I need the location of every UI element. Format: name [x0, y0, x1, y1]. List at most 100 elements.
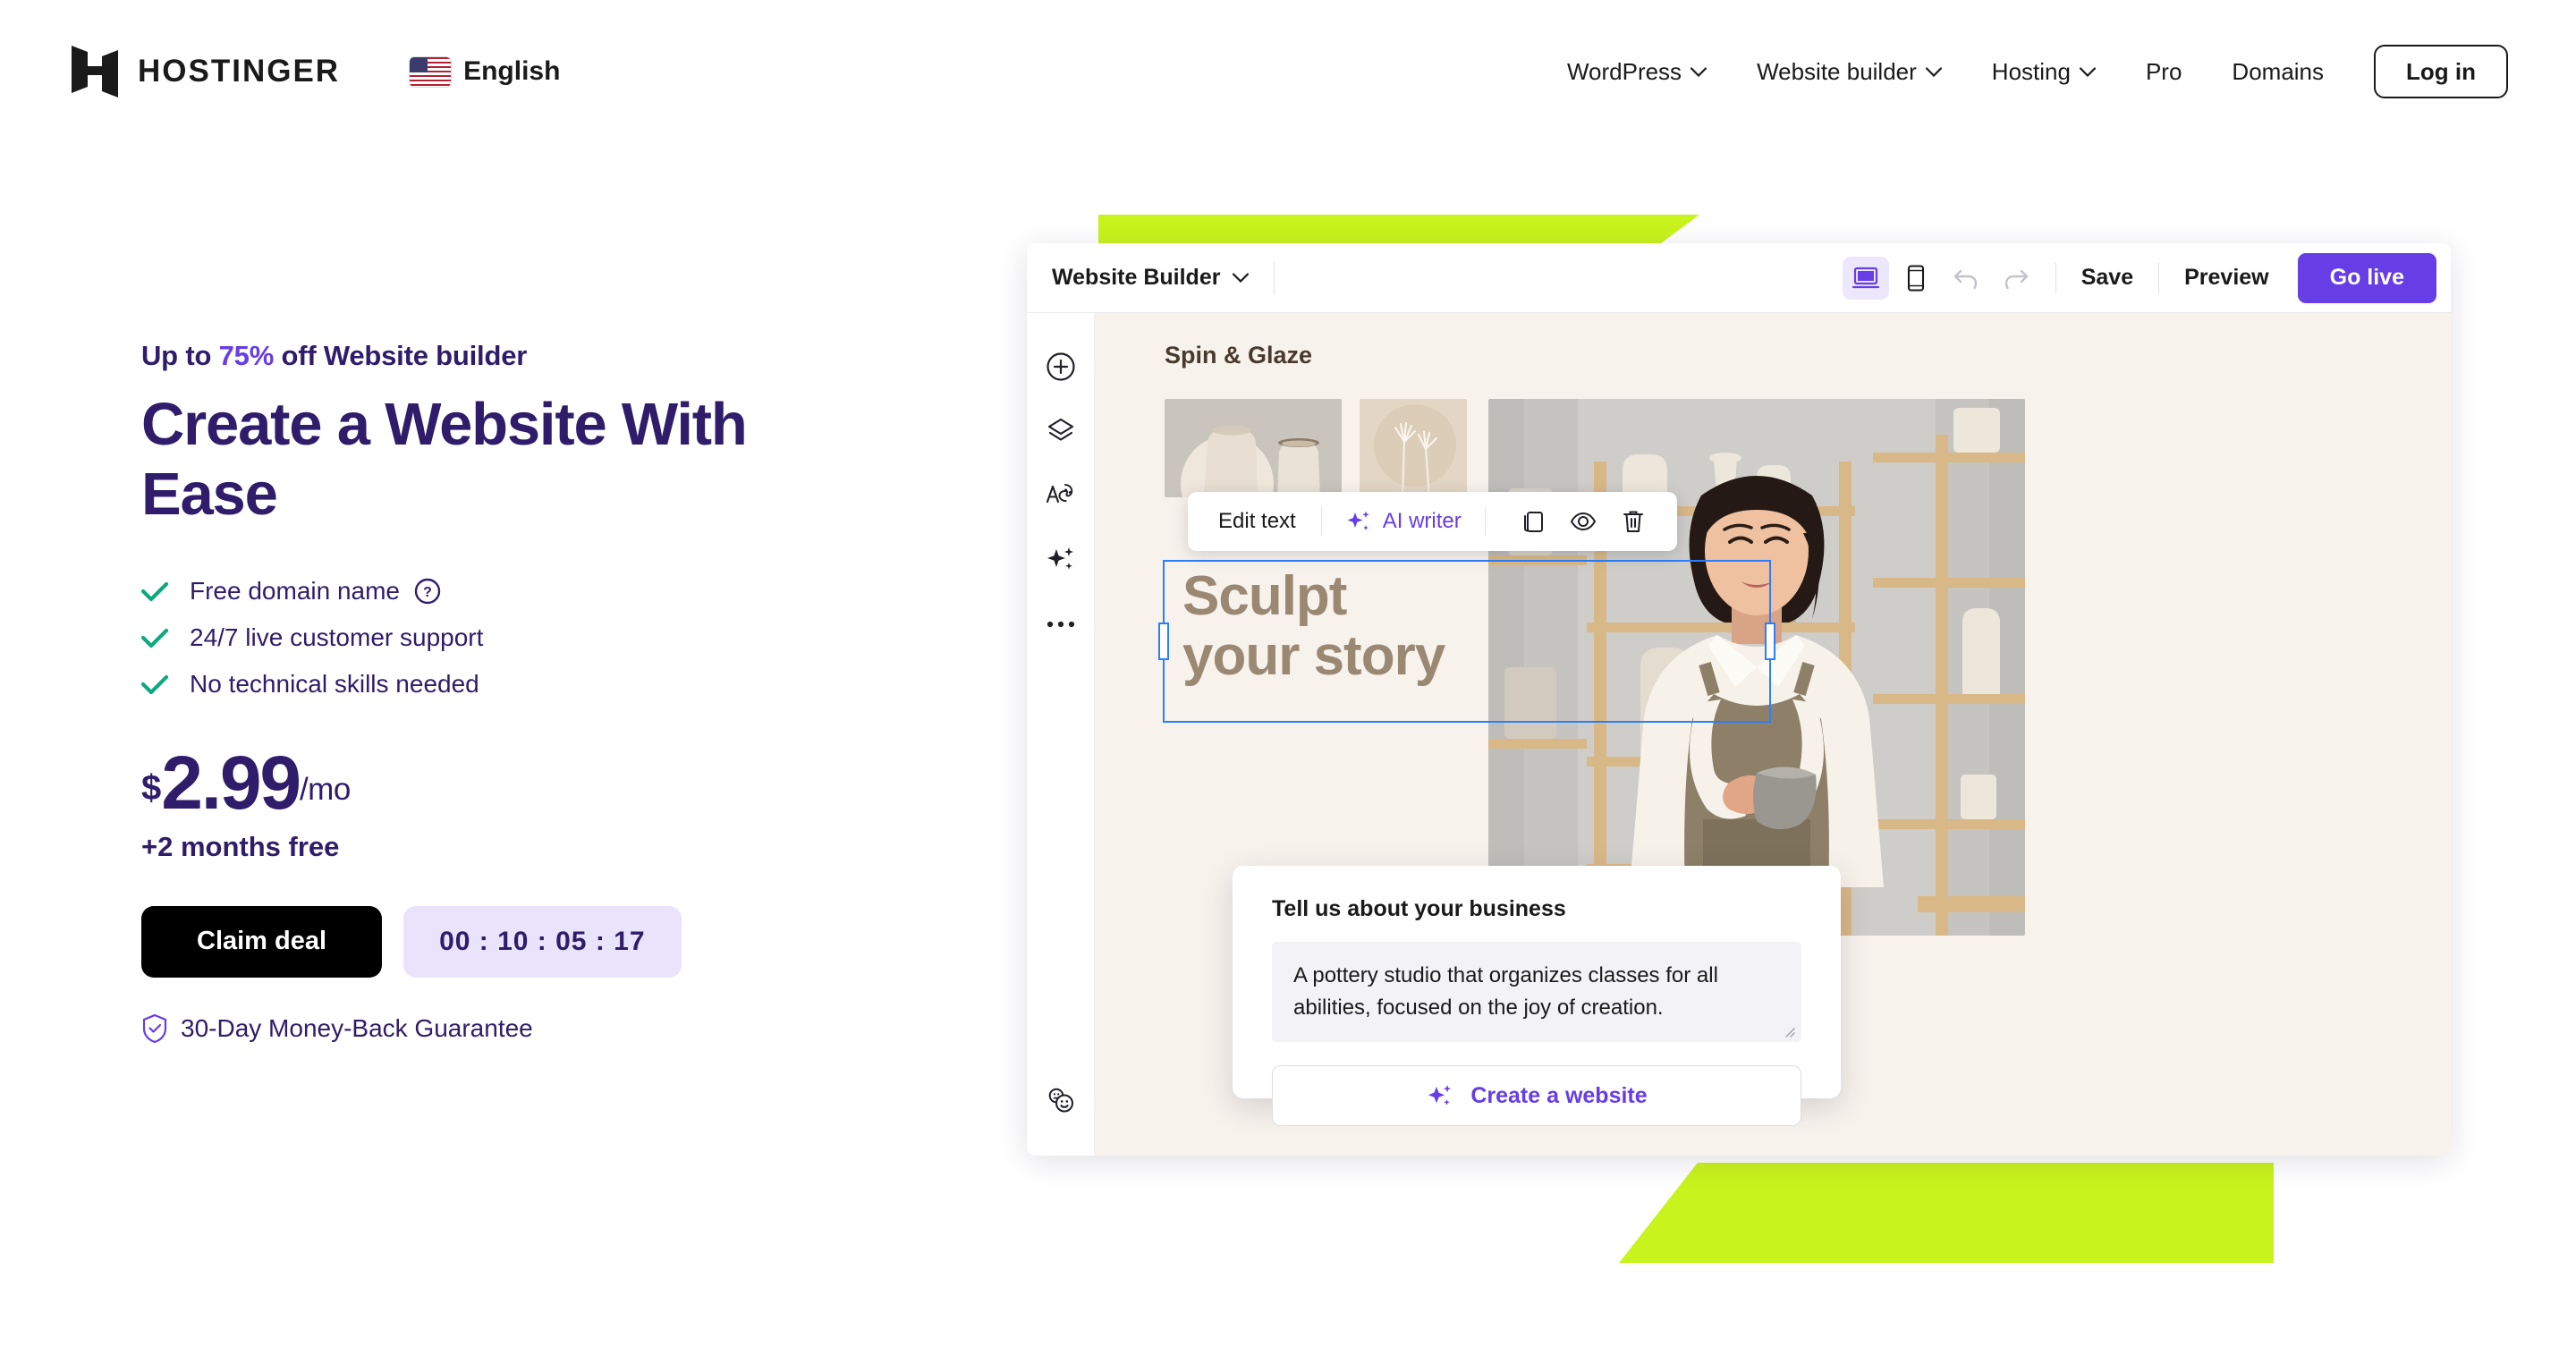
- eyebrow-after: off Website builder: [274, 340, 528, 371]
- claim-deal-button[interactable]: Claim deal: [141, 905, 383, 978]
- price-block: $ 2.99 /mo: [141, 741, 1036, 826]
- bonus-months: +2 months free: [141, 830, 340, 862]
- business-description-value: A pottery studio that organizes classes …: [1293, 963, 1718, 1020]
- chevron-down-icon: [1690, 66, 1707, 77]
- nav-label: Pro: [2145, 57, 2182, 85]
- check-icon: [141, 674, 168, 695]
- feature-label: Free domain name: [190, 577, 401, 606]
- toolbar-divider: [2055, 262, 2056, 293]
- mobile-view-button[interactable]: [1893, 257, 1939, 300]
- nav-label: Domains: [2232, 57, 2325, 85]
- us-flag-icon: [410, 56, 452, 87]
- redo-button[interactable]: [1993, 257, 2039, 300]
- main-navigation: WordPress Website builder Hosting Pro Do…: [1567, 45, 2508, 98]
- login-button[interactable]: Log in: [2374, 45, 2508, 98]
- add-circle-icon[interactable]: [1036, 342, 1086, 392]
- feature-label: 24/7 live customer support: [190, 623, 484, 652]
- check-icon: [141, 628, 168, 648]
- builder-sidebar: [1027, 313, 1095, 1156]
- more-options-icon[interactable]: [1036, 599, 1086, 649]
- delete-icon[interactable]: [1613, 501, 1654, 542]
- builder-title-dropdown[interactable]: Website Builder: [1052, 265, 1250, 291]
- list-item: Free domain name ?: [141, 568, 1036, 614]
- feature-label: No technical skills needed: [190, 670, 479, 699]
- pottery-vases-image[interactable]: [1165, 399, 1342, 497]
- selected-text-block[interactable]: Sculpt your story: [1158, 560, 1775, 723]
- ai-sparkle-icon: [1428, 1085, 1452, 1106]
- site-brand-label: Spin & Glaze: [1165, 342, 1313, 369]
- resize-grip-icon[interactable]: [1783, 1025, 1795, 1038]
- language-selector[interactable]: English: [410, 56, 560, 87]
- nav-item-website-builder[interactable]: Website builder: [1757, 58, 1942, 86]
- toolbar-divider: [1484, 507, 1486, 536]
- feature-list: Free domain name ? 24/7 live customer su…: [141, 568, 1036, 707]
- chevron-down-icon: [1233, 273, 1250, 283]
- help-circle-icon[interactable]: ?: [414, 578, 441, 605]
- toolbar-divider: [2158, 262, 2160, 293]
- create-website-label: Create a website: [1470, 1082, 1648, 1108]
- undo-button[interactable]: [1943, 257, 1989, 300]
- chevron-down-icon: [1925, 66, 1942, 77]
- save-button[interactable]: Save: [2072, 265, 2142, 291]
- style-palette-icon[interactable]: [1036, 470, 1086, 521]
- hero-section: Up to 75% off Website builder Create a W…: [141, 340, 1036, 1044]
- ai-sparkle-icon[interactable]: [1036, 535, 1086, 585]
- preview-button[interactable]: Preview: [2175, 265, 2278, 291]
- lime-accent-bottom: [1619, 1163, 2274, 1263]
- chevron-down-icon: [2079, 66, 2096, 77]
- money-back-guarantee: 30-Day Money-Back Guarantee: [141, 1013, 1036, 1044]
- builder-title: Website Builder: [1052, 265, 1221, 290]
- eyebrow-before: Up to: [141, 340, 219, 371]
- currency-symbol: $: [141, 767, 162, 808]
- duplicate-icon[interactable]: [1513, 501, 1554, 542]
- site-header: HOSTINGER English WordPress Website buil…: [0, 0, 2576, 143]
- discount-percent: 75%: [218, 340, 275, 371]
- dried-flowers-image[interactable]: [1360, 399, 1467, 497]
- countdown-timer: 00 : 10 : 05 : 17: [403, 905, 682, 978]
- check-icon: [141, 581, 168, 602]
- builder-toolbar: Website Builder Save Preview Go live: [1027, 243, 2451, 313]
- shield-check-icon: [141, 1013, 168, 1044]
- nav-label: WordPress: [1566, 57, 1682, 85]
- ai-sparkle-icon: [1347, 511, 1369, 530]
- cta-row: Claim deal 00 : 10 : 05 : 17: [141, 905, 1036, 978]
- list-item: No technical skills needed: [141, 661, 1036, 707]
- ai-writer-button[interactable]: AI writer: [1340, 508, 1467, 535]
- price-period: /mo: [299, 771, 351, 807]
- create-website-button[interactable]: Create a website: [1272, 1065, 1801, 1126]
- hostinger-logo-icon: [72, 46, 118, 97]
- nav-item-hosting[interactable]: Hosting: [1992, 58, 2096, 86]
- svg-text:?: ?: [423, 585, 432, 600]
- nav-item-domains[interactable]: Domains: [2232, 58, 2324, 86]
- layers-icon[interactable]: [1036, 406, 1086, 456]
- guarantee-label: 30-Day Money-Back Guarantee: [181, 1013, 533, 1042]
- toolbar-divider: [1274, 261, 1275, 294]
- brand-logo[interactable]: HOSTINGER: [72, 46, 340, 97]
- feedback-faces-icon[interactable]: [1036, 1075, 1086, 1125]
- selected-heading-text: Sculpt your story: [1182, 565, 1445, 687]
- desktop-view-button[interactable]: [1842, 256, 1889, 300]
- brand-name: HOSTINGER: [138, 54, 341, 89]
- price-amount: 2.99: [161, 741, 301, 826]
- language-label: English: [463, 56, 561, 86]
- resize-handle-left[interactable]: [1158, 623, 1169, 660]
- ai-business-panel: Tell us about your business A pottery st…: [1233, 866, 1841, 1126]
- list-item: 24/7 live customer support: [141, 614, 1036, 661]
- business-prompt-label: Tell us about your business: [1272, 896, 1566, 921]
- resize-handle-right[interactable]: [1765, 623, 1775, 660]
- builder-actions: Save Preview Go live: [1842, 252, 2436, 303]
- visibility-icon[interactable]: [1563, 501, 1604, 542]
- edit-text-button[interactable]: Edit text: [1211, 509, 1303, 534]
- landing-page: HOSTINGER English WordPress Website buil…: [0, 0, 2576, 1347]
- nav-item-pro[interactable]: Pro: [2146, 58, 2182, 86]
- nav-label: Hosting: [1991, 57, 2071, 85]
- toolbar-divider: [1320, 507, 1322, 536]
- page-title: Create a Website With Ease: [141, 391, 748, 528]
- nav-item-wordpress[interactable]: WordPress: [1567, 58, 1707, 86]
- promo-eyebrow: Up to 75% off Website builder: [141, 340, 1036, 372]
- element-edit-toolbar: Edit text AI writer: [1188, 492, 1677, 551]
- business-description-input[interactable]: A pottery studio that organizes classes …: [1272, 942, 1801, 1042]
- ai-writer-label: AI writer: [1382, 509, 1462, 533]
- go-live-button[interactable]: Go live: [2297, 252, 2436, 303]
- nav-label: Website builder: [1757, 57, 1917, 85]
